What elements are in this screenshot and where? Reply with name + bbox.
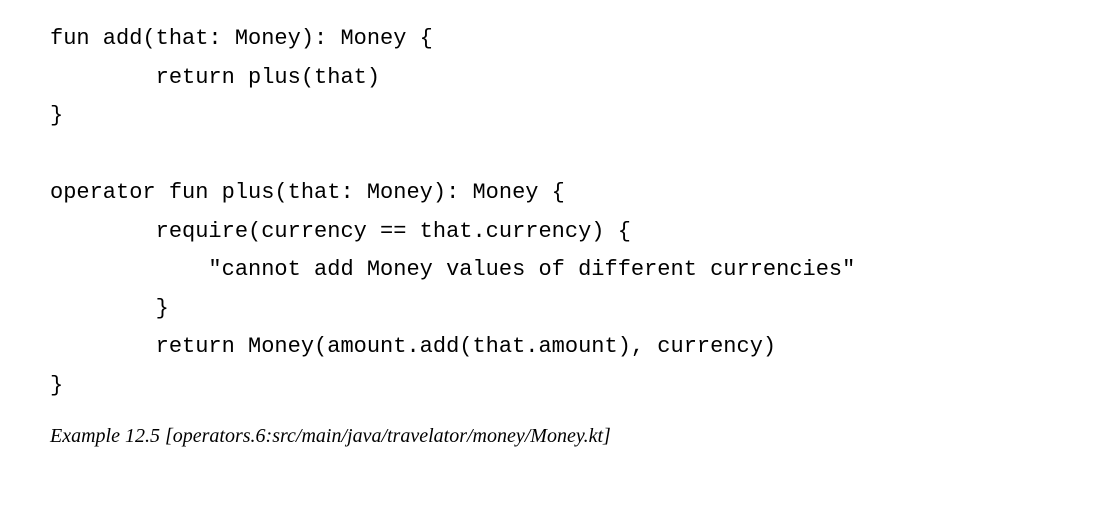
- code-line: fun add(that: Money): Money {: [50, 26, 433, 51]
- code-line: operator fun plus(that: Money): Money {: [50, 180, 565, 205]
- code-line: }: [50, 373, 63, 398]
- code-line: }: [50, 103, 63, 128]
- code-line: }: [50, 296, 169, 321]
- code-line: return Money(amount.add(that.amount), cu…: [50, 334, 776, 359]
- code-block: fun add(that: Money): Money { return plu…: [50, 20, 1068, 405]
- code-line: require(currency == that.currency) {: [50, 219, 631, 244]
- example-caption: Example 12.5 [operators.6:src/main/java/…: [50, 425, 1068, 448]
- code-line: "cannot add Money values of different cu…: [50, 257, 855, 282]
- code-line: return plus(that): [50, 65, 380, 90]
